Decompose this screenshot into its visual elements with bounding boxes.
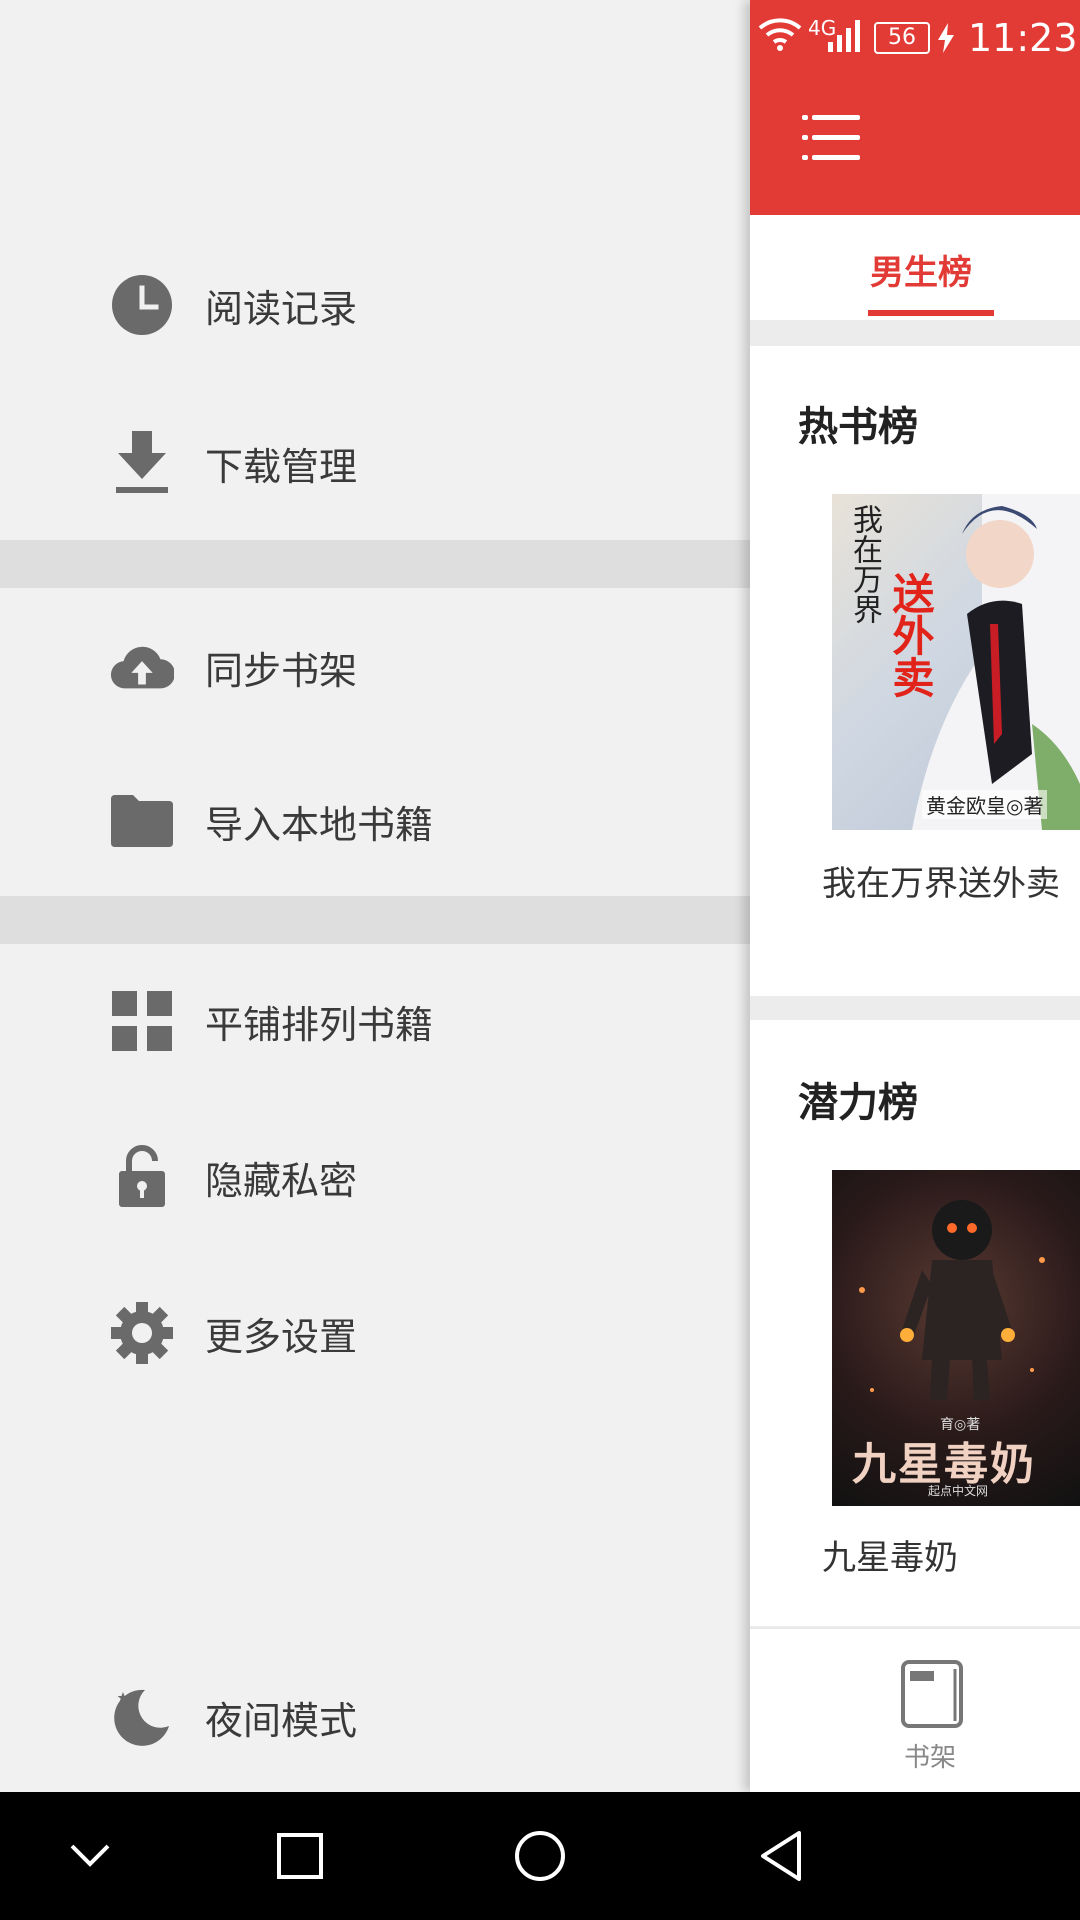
drawer-item-label: 夜间模式	[205, 1698, 358, 1743]
book-title[interactable]: 九星毒奶	[822, 1530, 958, 1579]
drawer-item-sync-bookshelf[interactable]: 同步书架	[0, 602, 750, 732]
drawer-item-download-manager[interactable]: 下载管理	[0, 398, 750, 528]
cover-publisher: 起点中文网	[928, 1484, 989, 1498]
drawer-item-label: 导入本地书籍	[205, 802, 434, 847]
clock: 11:23	[968, 16, 1078, 60]
ranking-card-potential: 潜力榜 育◎著 九星毒奶 起点中文网 九星毒奶	[750, 1020, 1080, 1626]
status-bar: 4G 56 11:23	[750, 16, 1080, 66]
cover-title-highlight: 送外卖	[886, 572, 935, 698]
drawer-item-label: 隐藏私密	[205, 1158, 358, 1203]
menu-divider	[0, 540, 750, 588]
menu-divider	[0, 896, 750, 944]
gear-icon	[110, 1301, 174, 1365]
folder-icon	[110, 789, 174, 853]
lock-icon	[110, 1145, 174, 1209]
charging-icon	[936, 22, 956, 62]
back-icon[interactable]	[750, 1824, 814, 1888]
history-clock-icon	[110, 273, 174, 337]
signal-icon	[828, 20, 862, 61]
grid-icon	[110, 989, 174, 1053]
tab-male-ranking[interactable]: 男生榜	[870, 245, 972, 294]
cloud-upload-icon	[110, 635, 174, 699]
drawer-item-label: 下载管理	[205, 444, 358, 489]
app-bar: 4G 56 11:23	[750, 0, 1080, 215]
cover-author: 黄金欧皇◎著	[922, 790, 1048, 819]
wifi-icon	[758, 16, 802, 61]
download-icon	[110, 431, 174, 495]
bookshelf-icon[interactable]	[900, 1659, 964, 1729]
moon-icon	[110, 1685, 174, 1749]
recents-icon[interactable]	[268, 1824, 332, 1888]
main-page: 4G 56 11:23 男生榜 热书榜 我在万界 送外卖 黄金欧皇◎著 我在万界…	[750, 0, 1080, 1792]
tab-bar: 男生榜	[750, 215, 1080, 320]
notification-dropdown-icon[interactable]	[58, 1824, 122, 1888]
home-icon[interactable]	[508, 1824, 572, 1888]
drawer-item-hide-private[interactable]: 隐藏私密	[0, 1112, 750, 1242]
navigation-drawer: 阅读记录 下载管理 同步书架 导入本地书籍 平铺排列书籍 隐藏私密 更多设置 夜…	[0, 0, 750, 1792]
section-title: 热书榜	[798, 404, 918, 450]
drawer-item-reading-history[interactable]: 阅读记录	[0, 240, 750, 370]
battery-level: 56	[874, 22, 930, 54]
drawer-item-more-settings[interactable]: 更多设置	[0, 1268, 750, 1398]
bottom-navigation: 书架	[750, 1628, 1080, 1792]
drawer-item-label: 平铺排列书籍	[205, 1002, 434, 1047]
book-title[interactable]: 我在万界送外卖	[822, 856, 1060, 905]
ranking-card-hot: 热书榜 我在万界 送外卖 黄金欧皇◎著 我在万界送外卖	[750, 346, 1080, 996]
drawer-item-label: 阅读记录	[205, 286, 358, 331]
menu-icon[interactable]	[802, 115, 862, 165]
section-title: 潜力榜	[798, 1080, 918, 1126]
tab-indicator	[868, 310, 994, 316]
drawer-item-label: 更多设置	[205, 1314, 358, 1359]
book-cover[interactable]: 育◎著 九星毒奶 起点中文网	[832, 1170, 1080, 1506]
bookshelf-label[interactable]: 书架	[904, 1737, 956, 1774]
book-cover[interactable]: 我在万界 送外卖 黄金欧皇◎著	[832, 494, 1080, 830]
system-navigation-bar	[0, 1792, 1080, 1920]
drawer-item-label: 同步书架	[205, 648, 358, 693]
drawer-item-night-mode[interactable]: 夜间模式	[0, 1652, 750, 1782]
drawer-item-grid-layout[interactable]: 平铺排列书籍	[0, 956, 750, 1086]
drawer-item-import-local-books[interactable]: 导入本地书籍	[0, 756, 750, 886]
